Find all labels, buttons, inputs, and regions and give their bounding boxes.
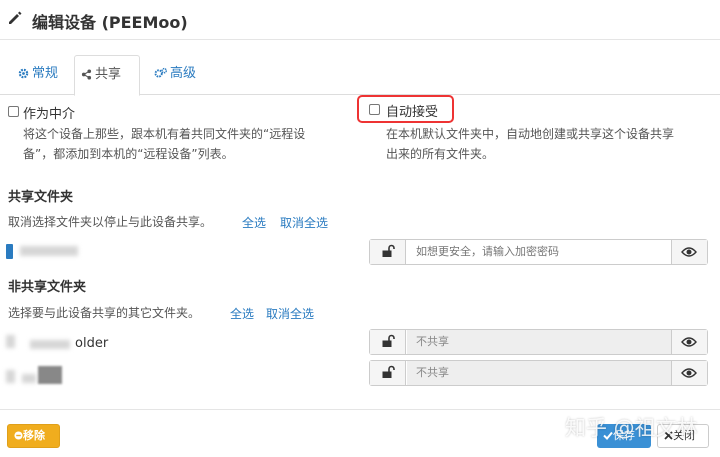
auto-accept-help-line: 在本机默认文件夹中，自动地创建或共享这个设备共享 [386, 127, 675, 141]
folder-checkbox-redacted[interactable] [6, 370, 15, 383]
unlock-icon [382, 244, 395, 257]
share-icon [81, 69, 92, 80]
introducer-checkbox[interactable] [8, 106, 19, 117]
gear-icon [18, 68, 29, 79]
folder-password-input[interactable] [407, 240, 672, 264]
tab-bar: 常规 共享 高级 [0, 55, 720, 96]
cogs-icon [154, 67, 168, 78]
unlock-icon [382, 334, 395, 347]
shared-folder-checkbox[interactable] [6, 244, 13, 259]
remove-button-label: 移除 [23, 429, 45, 442]
introducer-label[interactable]: 作为中介 [23, 103, 75, 122]
folder-checkbox-redacted[interactable] [6, 335, 15, 348]
shared-deselect-all-link[interactable]: 取消全选 [280, 214, 328, 231]
unlock-button[interactable] [370, 330, 406, 354]
redacted-folder-name [22, 374, 36, 383]
introducer-help: 将这个设备上那些，跟本机有着共同文件夹的“远程设 备”，都添加到本机的“远程设备… [23, 124, 305, 164]
dialog-title: 编辑设备 (PEEMoo) [32, 13, 188, 32]
eye-icon [681, 337, 697, 347]
watermark: 知乎 @祖文林 [565, 416, 698, 440]
unshared-folders-title: 非共享文件夹 [8, 280, 87, 295]
auto-accept-checkbox[interactable] [369, 104, 380, 115]
auto-accept-label[interactable]: 自动接受 [386, 101, 438, 120]
tab-sharing[interactable]: 共享 [74, 55, 140, 96]
tab-advanced[interactable]: 高级 [148, 55, 210, 95]
show-password-button[interactable] [671, 330, 707, 354]
introducer-help-line: 将这个设备上那些，跟本机有着共同文件夹的“远程设 [23, 127, 306, 141]
folder-password-group [369, 239, 708, 265]
folder-password-group: 不共享 [369, 360, 708, 386]
auto-accept-help: 在本机默认文件夹中，自动地创建或共享这个设备共享 出来的所有文件夹。 [386, 124, 674, 164]
eye-icon [681, 368, 697, 378]
dialog-header: 编辑设备 (PEEMoo) [0, 0, 720, 40]
auto-accept-help-line: 出来的所有文件夹。 [386, 147, 495, 161]
minus-circle-icon [14, 431, 23, 440]
folder-status-field: 不共享 [407, 361, 672, 385]
tab-general[interactable]: 常规 [12, 55, 74, 95]
unlock-button[interactable] [370, 240, 406, 264]
redacted-folder-name [20, 246, 78, 256]
introducer-help-line: 备”，都添加到本机的“远程设备”列表。 [23, 147, 234, 161]
shared-folders-desc: 取消选择文件夹以停止与此设备共享。 [8, 215, 213, 229]
remove-button[interactable]: 移除 [7, 424, 60, 448]
pencil-icon [9, 11, 22, 24]
unlock-icon [382, 365, 395, 378]
shared-folders-title: 共享文件夹 [8, 190, 74, 205]
shared-select-all-link[interactable]: 全选 [242, 214, 266, 231]
unlock-button[interactable] [370, 361, 406, 385]
unshared-deselect-all-link[interactable]: 取消全选 [266, 305, 314, 322]
show-password-button[interactable] [671, 361, 707, 385]
tab-sharing-label: 共享 [95, 67, 122, 82]
tab-general-label: 常规 [32, 66, 59, 81]
unshared-select-all-link[interactable]: 全选 [230, 305, 254, 322]
folder-status-field: 不共享 [407, 330, 672, 354]
eye-icon [681, 247, 697, 257]
tab-advanced-label: 高级 [170, 66, 197, 81]
unshared-folders-desc: 选择要与此设备共享的其它文件夹。 [8, 306, 201, 320]
show-password-button[interactable] [671, 240, 707, 264]
redacted-folder-name [38, 366, 62, 384]
folder-password-group: 不共享 [369, 329, 708, 355]
redacted-folder-name [30, 340, 70, 349]
unshared-folder-name: older [75, 336, 109, 351]
